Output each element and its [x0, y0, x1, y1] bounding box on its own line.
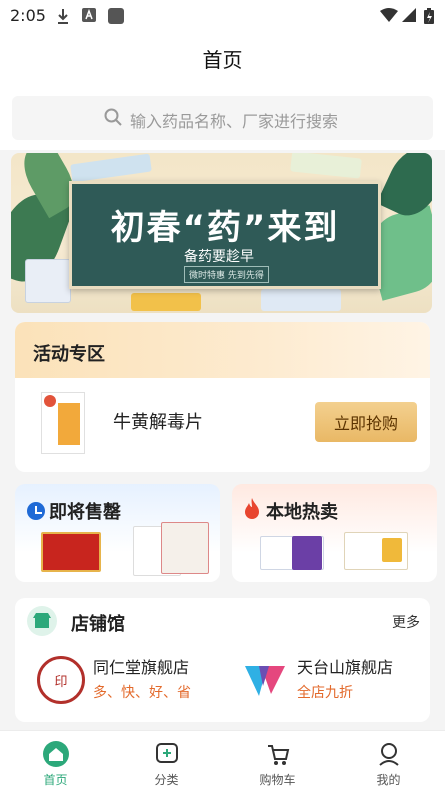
status-time: 2:05 — [10, 6, 46, 25]
banner-medicine-box — [261, 289, 341, 311]
product-thumbnail — [292, 536, 322, 570]
product-thumbnail — [382, 538, 402, 562]
banner-subtitle: 备药要趁早 — [184, 249, 254, 265]
store-icon — [27, 606, 57, 636]
shop-tagline: 全店九折 — [297, 685, 353, 701]
product-thumbnail — [161, 522, 209, 574]
activity-section: 活动专区 牛黄解毒片 立即抢购 — [15, 322, 430, 472]
tab-cart[interactable]: 购物车 — [222, 731, 333, 792]
tab-profile[interactable]: 我的 — [333, 731, 444, 792]
shop-logo — [241, 656, 289, 704]
banner-medicine-box — [290, 153, 362, 179]
shop-item[interactable]: 天台山旗舰店 全店九折 — [231, 650, 421, 708]
product-image[interactable] — [41, 392, 85, 454]
search-bar[interactable]: 输入药品名称、厂家进行搜索 — [12, 96, 433, 140]
banner-tags: 微时特惠 先到先得 — [184, 266, 269, 283]
shops-title: 店铺馆 — [71, 614, 125, 635]
tab-cart-label: 购物车 — [259, 773, 296, 787]
banner-sign: 初春“药”来到 备药要趁早 微时特惠 先到先得 — [69, 181, 381, 289]
signal-icon — [402, 8, 416, 22]
clock-icon — [27, 502, 45, 520]
local-hot-title: 本地热卖 — [266, 502, 338, 523]
shop-logo: 印 — [37, 656, 85, 704]
search-icon — [104, 108, 122, 126]
banner-medicine-box — [131, 293, 201, 311]
wifi-icon — [380, 8, 398, 22]
shop-name: 天台山旗舰店 — [297, 658, 394, 677]
download-icon — [58, 9, 68, 24]
shops-more-link[interactable]: 更多 — [392, 612, 420, 632]
search-placeholder: 输入药品名称、厂家进行搜索 — [130, 112, 339, 131]
app-header: 首页 — [0, 32, 445, 84]
profile-icon — [379, 743, 399, 766]
home-icon — [43, 741, 69, 767]
local-hot-card[interactable]: 本地热卖 — [232, 484, 437, 582]
banner-title: 初春“药”来到 — [110, 208, 340, 248]
selling-out-title: 即将售罄 — [49, 502, 121, 523]
bottom-tab-bar: 首页 分类 购物车 我的 — [0, 730, 445, 792]
tab-category[interactable]: 分类 — [111, 731, 222, 792]
tab-home[interactable]: 首页 — [0, 731, 111, 792]
battery-icon — [424, 8, 434, 24]
shop-item[interactable]: 印 同仁堂旗舰店 多、快、好、省 — [27, 650, 217, 708]
banner-medicine-box — [25, 259, 71, 303]
buy-now-button[interactable]: 立即抢购 — [315, 402, 417, 442]
cart-icon — [268, 745, 290, 765]
shops-section: 店铺馆 更多 印 同仁堂旗舰店 多、快、好、省 天台山旗舰店 全店九折 — [15, 598, 430, 722]
search-section: 输入药品名称、厂家进行搜索 — [0, 84, 445, 150]
activity-header: 活动专区 — [15, 322, 430, 378]
product-thumbnail — [41, 532, 101, 572]
font-icon — [82, 8, 96, 22]
shop-tagline: 多、快、好、省 — [93, 685, 191, 701]
flame-icon — [245, 498, 259, 519]
tab-home-label: 首页 — [43, 773, 68, 787]
tab-category-label: 分类 — [154, 773, 179, 787]
activity-title: 活动专区 — [33, 344, 105, 365]
category-icon — [156, 743, 178, 763]
app-square-icon — [108, 8, 124, 24]
shop-name: 同仁堂旗舰店 — [93, 658, 190, 677]
tab-profile-label: 我的 — [376, 773, 401, 787]
page-title: 首页 — [202, 48, 243, 72]
promo-banner[interactable]: 初春“药”来到 备药要趁早 微时特惠 先到先得 — [11, 153, 432, 313]
product-name[interactable]: 牛黄解毒片 — [113, 408, 203, 434]
svg-text:印: 印 — [54, 675, 67, 690]
status-bar: 2:05 — [0, 0, 445, 32]
banner-medicine-box — [70, 153, 152, 183]
selling-out-card[interactable]: 即将售罄 — [15, 484, 220, 582]
